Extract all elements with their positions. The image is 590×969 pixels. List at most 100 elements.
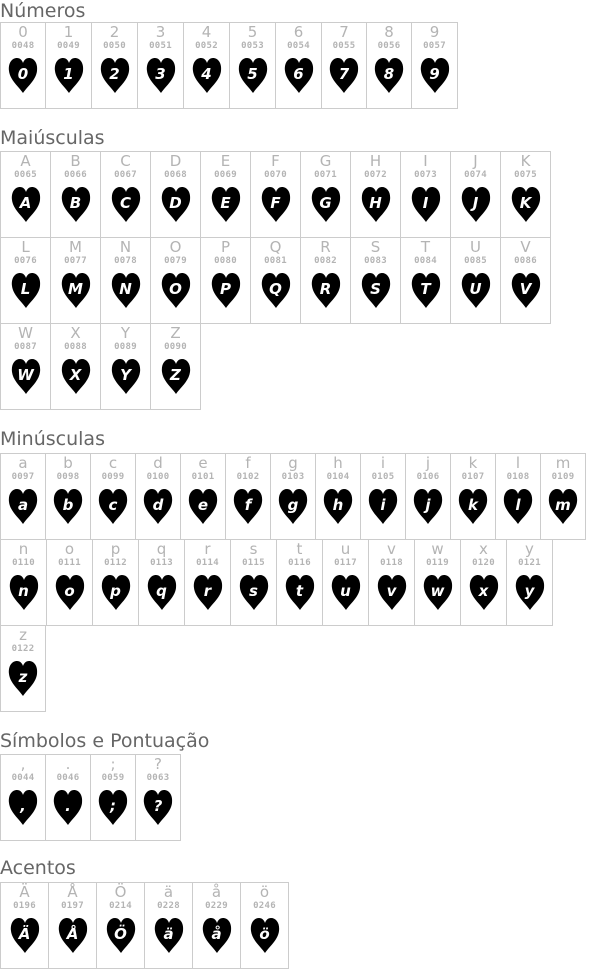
character-code: 0090 bbox=[164, 342, 187, 352]
glyph-cell: t 0116 t bbox=[276, 539, 323, 626]
heart-icon: S bbox=[360, 271, 392, 309]
glyph-preview: K bbox=[519, 194, 532, 212]
character-label: O bbox=[169, 238, 182, 256]
glyph-preview: Q bbox=[269, 280, 282, 298]
glyph-cell: Å 0197 Å bbox=[48, 882, 97, 969]
glyph-cell: Y 0089 Y bbox=[100, 323, 151, 410]
glyph-cell: m 0109 m bbox=[540, 453, 586, 540]
glyph-cell: 0 0048 0 bbox=[0, 22, 46, 109]
character-code: 0069 bbox=[214, 170, 237, 180]
character-code: 0108 bbox=[506, 472, 530, 482]
heart-icon: B bbox=[60, 185, 92, 223]
character-label: V bbox=[520, 238, 531, 256]
character-code: 0117 bbox=[334, 558, 357, 568]
heart-icon: H bbox=[360, 185, 392, 223]
character-code: 0196 bbox=[13, 901, 36, 911]
character-label: S bbox=[370, 238, 381, 256]
character-label: u bbox=[340, 540, 351, 558]
glyph-cell: f 0102 f bbox=[225, 453, 271, 540]
character-label: G bbox=[319, 152, 332, 170]
glyph-preview: b bbox=[62, 496, 74, 514]
glyph-cell: e 0101 e bbox=[180, 453, 226, 540]
character-label: ö bbox=[259, 883, 270, 901]
glyph-preview: H bbox=[369, 194, 382, 212]
glyph-preview: B bbox=[69, 194, 82, 212]
character-label: 7 bbox=[339, 23, 349, 41]
heart-icon: 2 bbox=[99, 56, 131, 94]
character-code: 0078 bbox=[114, 256, 137, 266]
character-code: 0076 bbox=[14, 256, 37, 266]
glyph-cell: w 0119 w bbox=[414, 539, 461, 626]
character-code: 0055 bbox=[332, 41, 356, 51]
glyph-preview: w bbox=[430, 582, 445, 600]
character-code: 0107 bbox=[461, 472, 485, 482]
heart-icon: 7 bbox=[328, 56, 360, 94]
glyph-preview: e bbox=[197, 496, 209, 514]
character-label: b bbox=[63, 454, 73, 472]
heart-icon: P bbox=[210, 271, 242, 309]
character-code: 0072 bbox=[364, 170, 387, 180]
heart-icon: G bbox=[310, 185, 342, 223]
character-label: ; bbox=[110, 755, 116, 773]
glyph-cell: Ä 0196 Ä bbox=[0, 882, 49, 969]
character-label: . bbox=[65, 755, 71, 773]
glyph-preview: c bbox=[108, 496, 118, 514]
glyph-cell: H 0072 H bbox=[350, 151, 401, 238]
heart-icon: r bbox=[192, 573, 224, 611]
glyph-cell: A 0065 A bbox=[0, 151, 51, 238]
character-code: 0082 bbox=[314, 256, 337, 266]
character-label: Ö bbox=[114, 883, 127, 901]
glyph-cell: L 0076 L bbox=[0, 237, 51, 324]
heart-icon: d bbox=[142, 487, 174, 525]
glyph-cell: z 0122 z bbox=[0, 625, 46, 712]
character-code: 0052 bbox=[195, 41, 218, 51]
glyph-preview: 2 bbox=[109, 65, 120, 83]
character-code: 0071 bbox=[314, 170, 337, 180]
heart-icon: t bbox=[284, 573, 316, 611]
glyph-cell: 7 0055 7 bbox=[321, 22, 367, 109]
glyph-preview: y bbox=[524, 582, 535, 600]
character-code: 0080 bbox=[214, 256, 237, 266]
character-code: 0228 bbox=[157, 901, 180, 911]
heart-icon: 3 bbox=[145, 56, 177, 94]
character-label: å bbox=[211, 883, 222, 901]
glyph-cell: R 0082 R bbox=[300, 237, 351, 324]
glyph-cell: E 0069 E bbox=[200, 151, 251, 238]
character-code: 0075 bbox=[514, 170, 537, 180]
heart-icon: 1 bbox=[53, 56, 85, 94]
character-label: f bbox=[245, 454, 251, 472]
heart-icon: T bbox=[410, 271, 442, 309]
glyph-preview: X bbox=[69, 366, 82, 384]
character-label: q bbox=[156, 540, 167, 558]
glyph-preview: S bbox=[370, 280, 381, 298]
glyph-preview: . bbox=[65, 797, 71, 815]
character-code: 0070 bbox=[264, 170, 287, 180]
character-label: 3 bbox=[155, 23, 166, 41]
character-label: s bbox=[249, 540, 258, 558]
heart-icon: 6 bbox=[283, 56, 315, 94]
glyph-cell: ö 0246 ö bbox=[240, 882, 289, 969]
heart-icon: M bbox=[60, 271, 92, 309]
character-code: 0063 bbox=[146, 773, 170, 783]
heart-icon: f bbox=[232, 487, 264, 525]
glyph-preview: s bbox=[249, 582, 258, 600]
glyph-preview: 6 bbox=[293, 65, 304, 83]
character-label: i bbox=[380, 454, 386, 472]
glyph-cell: g 0103 g bbox=[270, 453, 316, 540]
glyph-preview: 1 bbox=[63, 65, 74, 83]
heart-icon: q bbox=[146, 573, 178, 611]
character-code: 0114 bbox=[196, 558, 219, 568]
character-code: 0056 bbox=[377, 41, 401, 51]
character-label: w bbox=[431, 540, 444, 558]
glyph-preview: n bbox=[18, 582, 29, 600]
glyph-cell: 6 0054 6 bbox=[275, 22, 322, 109]
character-label: E bbox=[220, 152, 231, 170]
character-label: C bbox=[120, 152, 131, 170]
character-code: 0057 bbox=[423, 41, 446, 51]
glyph-preview: Ö bbox=[114, 925, 127, 943]
glyph-row: , 0044,. 0046.; 0059;? 0063? bbox=[0, 754, 181, 841]
glyph-preview: z bbox=[18, 668, 28, 686]
heart-icon: Ä bbox=[9, 916, 41, 954]
heart-icon: V bbox=[510, 271, 542, 309]
character-code: 0109 bbox=[551, 472, 575, 482]
